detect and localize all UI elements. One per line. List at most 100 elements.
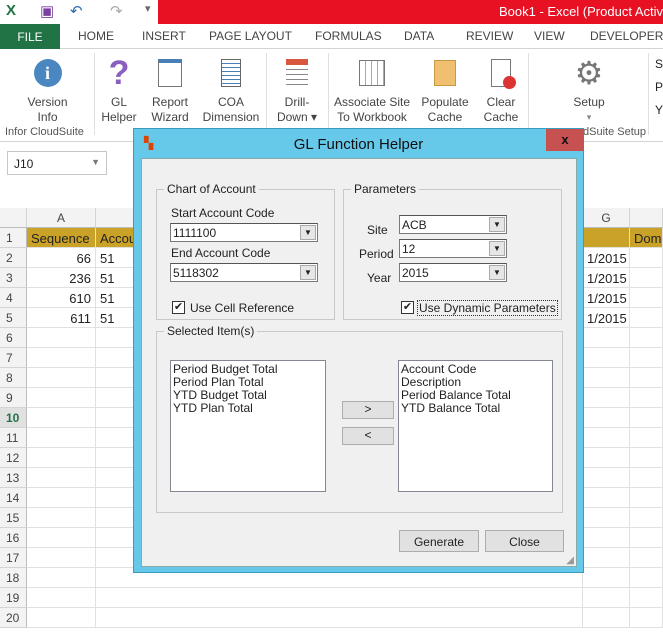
cell[interactable] — [630, 588, 663, 608]
cell[interactable] — [27, 568, 96, 588]
generate-button[interactable]: Generate — [399, 530, 479, 552]
cell[interactable]: 236 — [27, 268, 96, 288]
row-header[interactable]: 15 — [0, 508, 27, 528]
cell[interactable] — [630, 528, 663, 548]
redo-icon[interactable]: ↷ — [110, 2, 123, 20]
cell[interactable] — [27, 408, 96, 428]
column-header-h[interactable] — [630, 208, 663, 228]
cell[interactable] — [27, 468, 96, 488]
customize-qat-icon[interactable]: ▾ — [145, 2, 151, 15]
cell[interactable] — [630, 488, 663, 508]
row-header[interactable]: 6 — [0, 328, 27, 348]
cell[interactable]: 1/2015 — [583, 288, 630, 308]
tab-review[interactable]: REVIEW — [466, 29, 513, 43]
drill-down-button[interactable]: Drill- Down ▾ — [272, 54, 322, 125]
cell[interactable] — [27, 428, 96, 448]
setup-button[interactable]: ⚙ Setup ▾ — [565, 54, 613, 125]
cell[interactable] — [583, 228, 630, 248]
chevron-down-icon[interactable]: ▼ — [300, 265, 316, 280]
select-all[interactable] — [0, 208, 27, 228]
cell[interactable] — [27, 328, 96, 348]
name-box[interactable]: J10 ▼ — [7, 151, 107, 175]
row-header[interactable]: 14 — [0, 488, 27, 508]
close-icon[interactable]: x — [546, 129, 584, 151]
cell[interactable] — [583, 608, 630, 628]
chevron-down-icon[interactable]: ▼ — [489, 217, 505, 232]
cell[interactable] — [630, 268, 663, 288]
cell[interactable]: Sequence — [27, 228, 96, 248]
cell[interactable] — [630, 468, 663, 488]
cell[interactable] — [630, 548, 663, 568]
period-combo[interactable]: 12 ▼ — [399, 239, 507, 258]
row-header[interactable]: 19 — [0, 588, 27, 608]
selected-items-list[interactable]: Account Code Description Period Balance … — [398, 360, 553, 492]
cell[interactable]: 611 — [27, 308, 96, 328]
ribbon-item-p[interactable]: P — [655, 80, 663, 94]
cell[interactable] — [583, 368, 630, 388]
row-header[interactable]: 5 — [0, 308, 27, 328]
cell[interactable] — [27, 548, 96, 568]
cell[interactable] — [27, 488, 96, 508]
cell[interactable] — [630, 308, 663, 328]
cell[interactable] — [583, 588, 630, 608]
cell[interactable] — [27, 368, 96, 388]
cell[interactable] — [583, 448, 630, 468]
row-header[interactable]: 10 — [0, 408, 27, 428]
use-dynamic-parameters-label[interactable]: Use Dynamic Parameters — [417, 300, 558, 316]
chevron-down-icon[interactable]: ▼ — [489, 265, 505, 280]
cell[interactable] — [630, 288, 663, 308]
use-cell-reference-checkbox[interactable]: ✔ — [172, 301, 185, 314]
cell[interactable] — [27, 588, 96, 608]
cell[interactable] — [583, 528, 630, 548]
cell[interactable] — [630, 568, 663, 588]
column-header-g[interactable]: G — [583, 208, 630, 228]
cell[interactable]: 66 — [27, 248, 96, 268]
year-combo[interactable]: 2015 ▼ — [399, 263, 507, 282]
cell[interactable] — [583, 488, 630, 508]
cell[interactable]: Dome — [630, 228, 663, 248]
cell[interactable] — [583, 548, 630, 568]
tab-formulas[interactable]: FORMULAS — [315, 29, 382, 43]
row-header[interactable]: 16 — [0, 528, 27, 548]
tab-page-layout[interactable]: PAGE LAYOUT — [209, 29, 292, 43]
row-header[interactable]: 4 — [0, 288, 27, 308]
cell[interactable] — [583, 408, 630, 428]
chevron-down-icon[interactable]: ▼ — [91, 157, 100, 167]
cell[interactable] — [96, 608, 583, 628]
list-item[interactable]: YTD Plan Total — [173, 402, 323, 415]
cell[interactable] — [27, 608, 96, 628]
tab-data[interactable]: DATA — [404, 29, 434, 43]
ribbon-item-y[interactable]: Y — [655, 103, 663, 117]
list-item[interactable]: YTD Balance Total — [401, 402, 550, 415]
site-combo[interactable]: ACB ▼ — [399, 215, 507, 234]
report-wizard-button[interactable]: Report Wizard — [148, 54, 192, 125]
cell[interactable] — [27, 348, 96, 368]
row-header[interactable]: 18 — [0, 568, 27, 588]
tab-developer[interactable]: DEVELOPER — [590, 29, 663, 43]
populate-cache-button[interactable]: Populate Cache — [418, 54, 472, 125]
cell[interactable] — [630, 328, 663, 348]
row-header[interactable]: 3 — [0, 268, 27, 288]
undo-icon[interactable]: ↶ — [70, 2, 83, 20]
cell[interactable] — [583, 508, 630, 528]
row-header[interactable]: 1 — [0, 228, 27, 248]
cell[interactable] — [630, 348, 663, 368]
row-header[interactable]: 7 — [0, 348, 27, 368]
row-header[interactable]: 9 — [0, 388, 27, 408]
end-account-combo[interactable]: 5118302 ▼ — [170, 263, 318, 282]
gl-helper-button[interactable]: ? GL Helper — [98, 54, 140, 125]
cell[interactable]: 610 — [27, 288, 96, 308]
version-info-button[interactable]: i Version Info — [20, 54, 75, 125]
start-account-combo[interactable]: 1111100 ▼ — [170, 223, 318, 242]
cell[interactable] — [630, 448, 663, 468]
cell[interactable] — [630, 408, 663, 428]
available-items-list[interactable]: Period Budget Total Period Plan Total YT… — [170, 360, 326, 492]
cell[interactable] — [630, 428, 663, 448]
row-header[interactable]: 12 — [0, 448, 27, 468]
chevron-down-icon[interactable]: ▼ — [489, 241, 505, 256]
cell[interactable] — [27, 448, 96, 468]
row-header[interactable]: 2 — [0, 248, 27, 268]
cell[interactable] — [27, 528, 96, 548]
cell[interactable] — [27, 388, 96, 408]
cell[interactable]: 1/2015 — [583, 308, 630, 328]
